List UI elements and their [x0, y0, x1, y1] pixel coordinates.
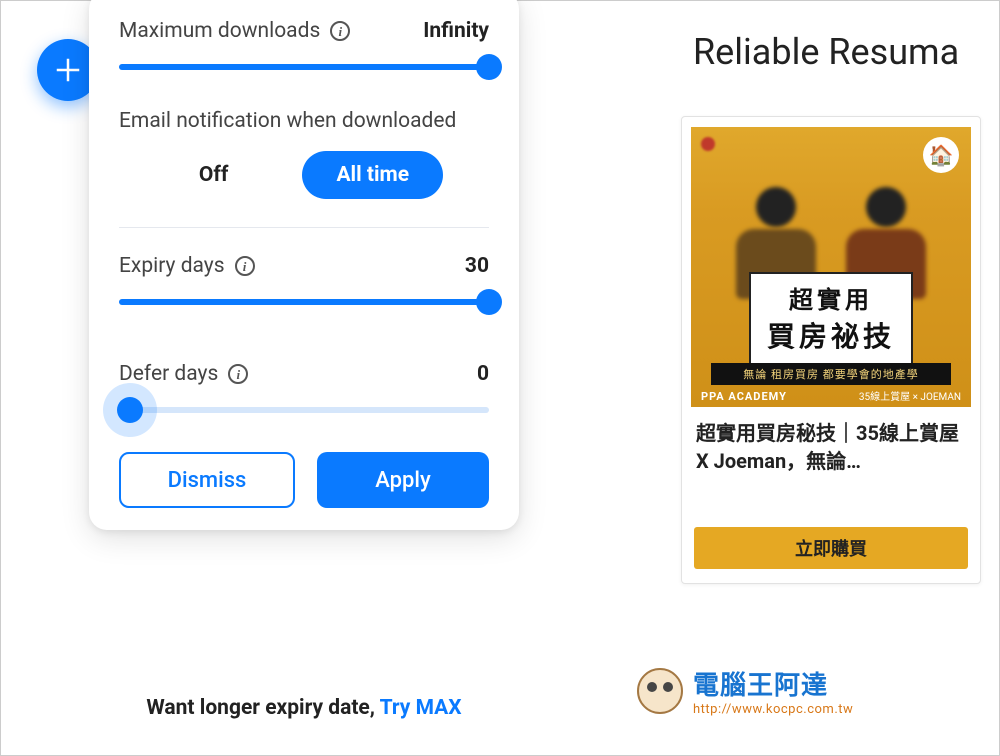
ad-title: 超實用買房秘技｜35線上賞屋 X Joeman，無論… — [682, 407, 980, 479]
page-subtitle: Reliable Resuma — [693, 31, 959, 73]
ad-image: 🏠 超實用 買房祕技 無論 租房買房 都要學會的地產學 PPA ACADEMY … — [691, 127, 971, 407]
ad-indicator-icon — [701, 137, 715, 151]
ad-joeman-label: 35線上賞屋 × JOEMAN — [859, 388, 961, 403]
slider-thumb[interactable] — [476, 289, 502, 315]
slider-fill — [119, 299, 489, 305]
expiry-days-label-text: Expiry days — [119, 254, 225, 278]
expiry-days-label: Expiry days i — [119, 254, 255, 278]
footer-msg: Want longer expiry date, — [146, 696, 379, 720]
ad-ppa-label: PPA ACADEMY — [701, 390, 787, 403]
info-icon[interactable]: i — [228, 364, 248, 384]
email-notification-title: Email notification when downloaded — [119, 109, 489, 133]
defer-days-row: Defer days i 0 — [119, 362, 489, 386]
defer-days-value: 0 — [477, 362, 489, 386]
apply-button[interactable]: Apply — [317, 452, 489, 508]
defer-days-slider[interactable] — [119, 392, 489, 428]
max-downloads-slider[interactable] — [119, 49, 489, 85]
dismiss-button[interactable]: Dismiss — [119, 452, 295, 508]
expiry-days-slider[interactable] — [119, 284, 489, 320]
max-downloads-label-text: Maximum downloads — [119, 19, 320, 43]
ad-cta-button[interactable]: 立即購買 — [694, 527, 968, 569]
ad-image-line2: 買房祕技 — [755, 315, 907, 355]
expiry-days-value: 30 — [465, 254, 489, 278]
watermark-url: http://www.kocpc.com.tw — [693, 702, 853, 717]
watermark-text: 電腦王阿達 http://www.kocpc.com.tw — [693, 665, 853, 717]
ad-image-strip: 無論 租房買房 都要學會的地產學 — [711, 363, 951, 385]
house-badge-icon: 🏠 — [923, 137, 959, 173]
defer-days-label: Defer days i — [119, 362, 248, 386]
settings-panel: Maximum downloads i Infinity Email notif… — [89, 0, 519, 530]
defer-days-label-text: Defer days — [119, 362, 218, 386]
max-downloads-row: Maximum downloads i Infinity — [119, 19, 489, 43]
watermark: 電腦王阿達 http://www.kocpc.com.tw — [637, 665, 853, 717]
button-row: Dismiss Apply — [119, 452, 489, 508]
slider-thumb[interactable] — [117, 397, 143, 423]
watermark-name: 電腦王阿達 — [693, 665, 853, 702]
ad-card[interactable]: 🏠 超實用 買房祕技 無論 租房買房 都要學會的地產學 PPA ACADEMY … — [681, 116, 981, 584]
toggle-off[interactable]: Off — [165, 151, 263, 199]
slider-fill — [119, 64, 489, 70]
info-icon[interactable]: i — [330, 21, 350, 41]
max-downloads-label: Maximum downloads i — [119, 19, 350, 43]
watermark-face-icon — [637, 668, 683, 714]
ad-image-line1: 超實用 — [755, 280, 907, 315]
expiry-days-row: Expiry days i 30 — [119, 254, 489, 278]
ad-image-textbox: 超實用 買房祕技 — [749, 272, 913, 365]
info-icon[interactable]: i — [235, 256, 255, 276]
plus-icon — [53, 55, 83, 85]
email-notification-toggle: Off All time — [119, 151, 489, 199]
try-max-link[interactable]: Try MAX — [380, 696, 462, 720]
slider-thumb[interactable] — [476, 54, 502, 80]
slider-track — [119, 407, 489, 413]
footer-text: Want longer expiry date, Try MAX — [89, 696, 519, 720]
toggle-all-time[interactable]: All time — [302, 151, 443, 199]
divider — [119, 227, 489, 228]
max-downloads-value: Infinity — [423, 19, 489, 43]
